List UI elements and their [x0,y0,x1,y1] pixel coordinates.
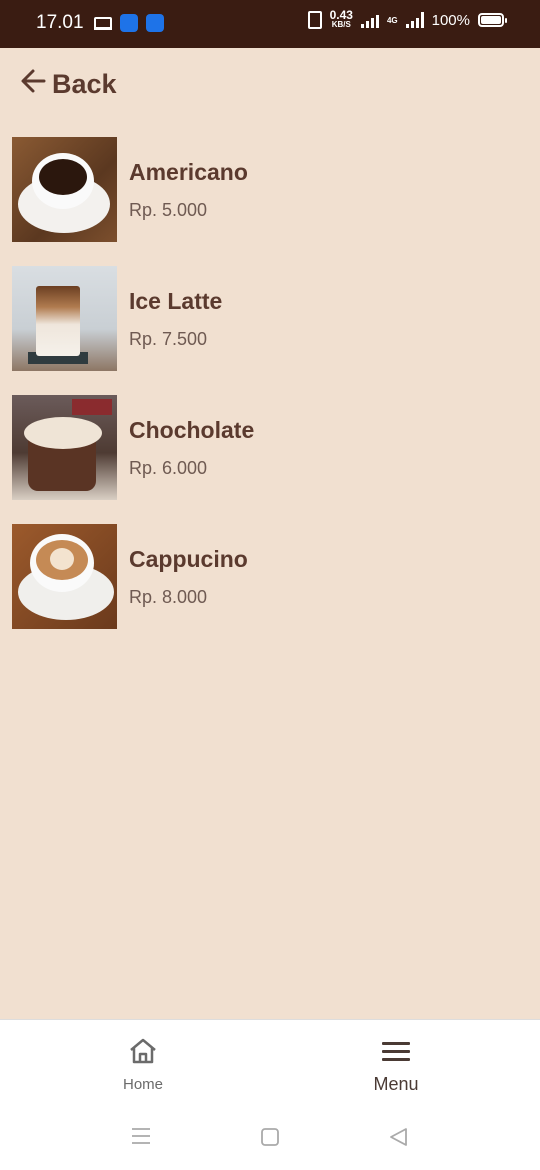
signal-icon-2 [405,12,424,28]
item-name: Americano [129,158,248,185]
menu-icon [316,1034,476,1068]
net-speed-unit: KB/S [331,20,351,29]
back-label: Back [52,68,117,99]
menu-item-ice-latte[interactable]: Ice Latte Rp. 7.500 [12,266,528,371]
item-price: Rp. 6.000 [129,457,208,478]
battery-percent: 100% [431,11,470,29]
cappucino-image [12,524,117,629]
item-price: Rp. 5.000 [129,199,208,220]
menu-item-cappucino[interactable]: Cappucino Rp. 8.000 [12,524,528,629]
signal-icon [360,12,379,28]
menu-item-americano[interactable]: Americano Rp. 5.000 [12,137,528,242]
usb-icon [146,14,164,32]
item-price: Rp. 8.000 [129,586,208,607]
battery-icon [478,13,507,27]
vibrate-icon [307,11,322,29]
item-price: Rp. 7.500 [129,328,208,349]
nav-home-label: Home [122,1076,163,1093]
net-speed-value: 0.43 [329,8,353,22]
arrow-left-icon [20,68,46,100]
americano-image [12,137,117,242]
app-notification-icon [120,14,138,32]
chocholate-image [12,395,117,500]
status-left-icons [94,14,164,32]
nav-menu-label: Menu [373,1074,419,1094]
status-time: 17.01 [36,12,84,33]
menu-item-chocholate[interactable]: Chocholate Rp. 6.000 [12,395,528,500]
network-type: 4G [386,15,398,25]
recent-apps-icon[interactable] [131,1127,151,1150]
back-system-icon[interactable] [388,1127,408,1152]
net-speed: 0.43 KB/S [329,8,353,30]
nav-menu[interactable]: Menu [316,1034,476,1095]
item-name: Ice Latte [129,287,223,314]
home-system-icon[interactable] [260,1127,280,1152]
status-right-icons: 0.43 KB/S 4G 100% [307,8,507,30]
laptop-icon [94,16,112,30]
system-nav-bar [0,1117,540,1157]
item-name: Cappucino [129,545,248,572]
nav-home[interactable]: Home [63,1034,223,1093]
menu-list: Americano Rp. 5.000 Ice Latte Rp. 7.500 … [12,137,528,653]
home-icon [63,1034,223,1068]
back-button[interactable]: Back [20,68,117,100]
ice-latte-image [12,266,117,371]
item-name: Chocholate [129,416,255,443]
bottom-nav: Home Menu [0,1019,540,1170]
status-bar: 17.01 0.43 KB/S 4G 100% [0,0,540,48]
